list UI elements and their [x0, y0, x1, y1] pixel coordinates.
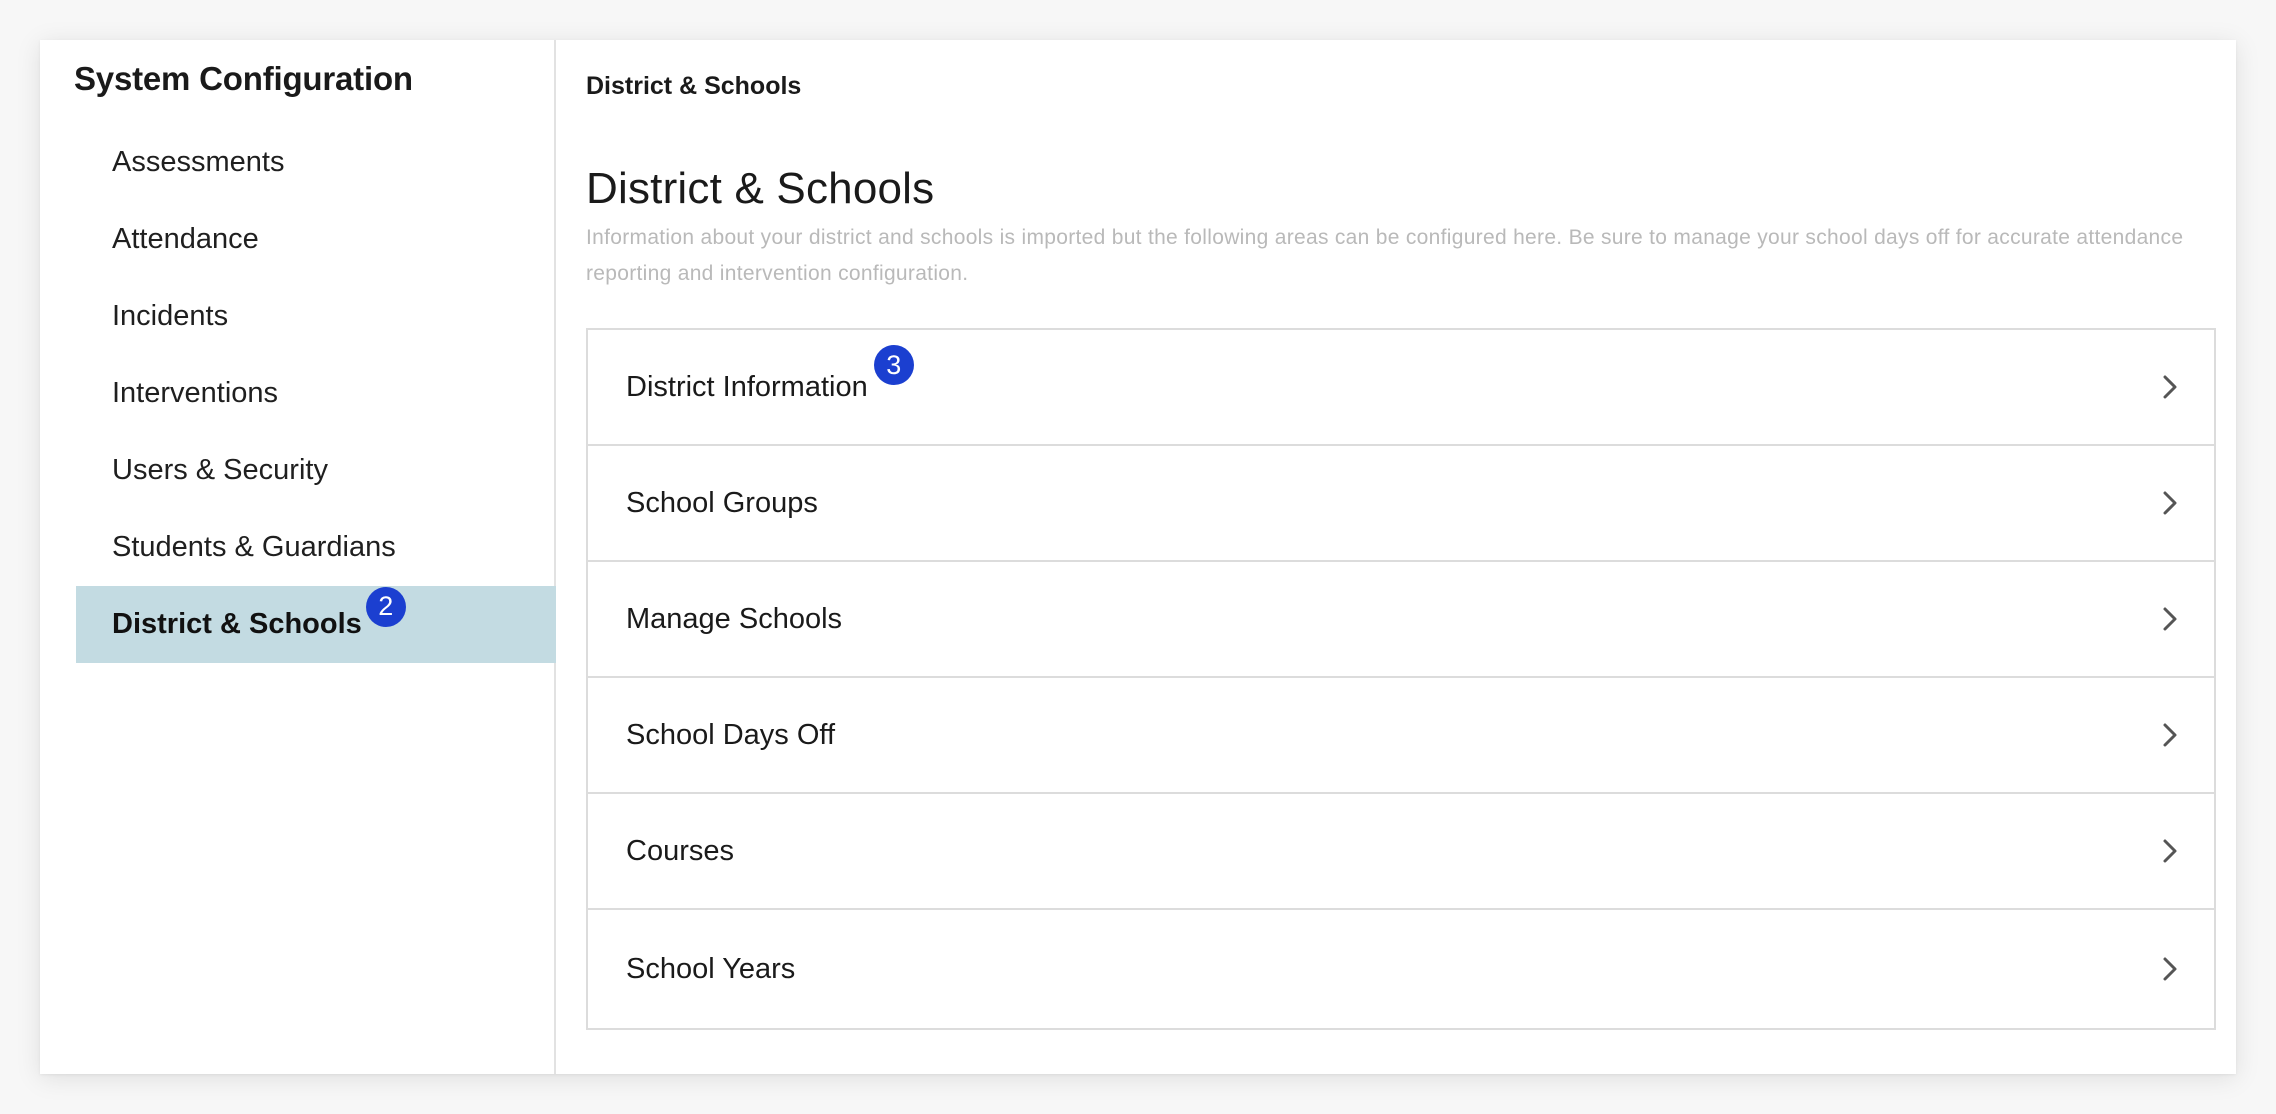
sidebar-item-label: Assessments: [112, 146, 285, 178]
list-item-label: District Information: [626, 370, 868, 403]
sidebar-item-label: Students & Guardians: [112, 531, 396, 563]
sidebar-item-label: Attendance: [112, 223, 259, 255]
list-item-district-information[interactable]: District Information 3: [588, 330, 2214, 446]
sidebar-item-students-guardians[interactable]: Students & Guardians: [76, 509, 556, 586]
settings-list: District Information 3 School Groups Man…: [586, 328, 2216, 1030]
main-content: District & Schools District & Schools In…: [556, 40, 2236, 1074]
list-item-courses[interactable]: Courses: [588, 794, 2214, 910]
sidebar-item-district-schools[interactable]: District & Schools 2: [76, 586, 556, 663]
list-item-school-groups[interactable]: School Groups: [588, 446, 2214, 562]
chevron-right-icon: [2156, 721, 2184, 749]
list-item-label: School Years: [626, 952, 796, 985]
step-badge: 3: [873, 345, 914, 385]
chevron-right-icon: [2156, 837, 2184, 865]
sidebar-item-attendance[interactable]: Attendance: [76, 201, 556, 278]
chevron-right-icon: [2156, 605, 2184, 633]
list-item-manage-schools[interactable]: Manage Schools: [588, 562, 2214, 678]
sidebar-item-label: Interventions: [112, 377, 279, 409]
list-item-label: Courses: [626, 834, 734, 867]
sidebar-nav: Assessments Attendance Incidents Interve…: [76, 124, 556, 663]
list-item-label: Manage Schools: [626, 602, 843, 635]
list-item-label: School Groups: [626, 486, 818, 519]
list-item-school-days-off[interactable]: School Days Off: [588, 678, 2214, 794]
chevron-right-icon: [2156, 955, 2184, 983]
step-badge: 2: [365, 586, 406, 627]
sidebar-item-label: Incidents: [112, 300, 229, 332]
list-item-label-wrap: District Information 3: [626, 345, 914, 407]
system-configuration-panel: System Configuration Assessments Attenda…: [40, 40, 2236, 1074]
chevron-right-icon: [2156, 489, 2184, 517]
sidebar-item-users-security[interactable]: Users & Security: [76, 432, 556, 509]
sidebar-item-assessments[interactable]: Assessments: [76, 124, 556, 201]
page-title: District & Schools: [586, 164, 935, 213]
chevron-right-icon: [2156, 373, 2184, 401]
sidebar-item-label: District & Schools: [112, 608, 362, 640]
breadcrumb: District & Schools: [586, 72, 802, 100]
sidebar-item-interventions[interactable]: Interventions: [76, 355, 556, 432]
list-item-label: School Days Off: [626, 718, 836, 751]
sidebar-item-incidents[interactable]: Incidents: [76, 278, 556, 355]
list-item-school-years[interactable]: School Years: [588, 910, 2214, 1028]
page-description: Information about your district and scho…: [586, 226, 2184, 285]
sidebar-item-label: Users & Security: [112, 454, 328, 486]
sidebar-title: System Configuration: [74, 60, 413, 97]
sidebar: System Configuration Assessments Attenda…: [40, 40, 556, 1074]
